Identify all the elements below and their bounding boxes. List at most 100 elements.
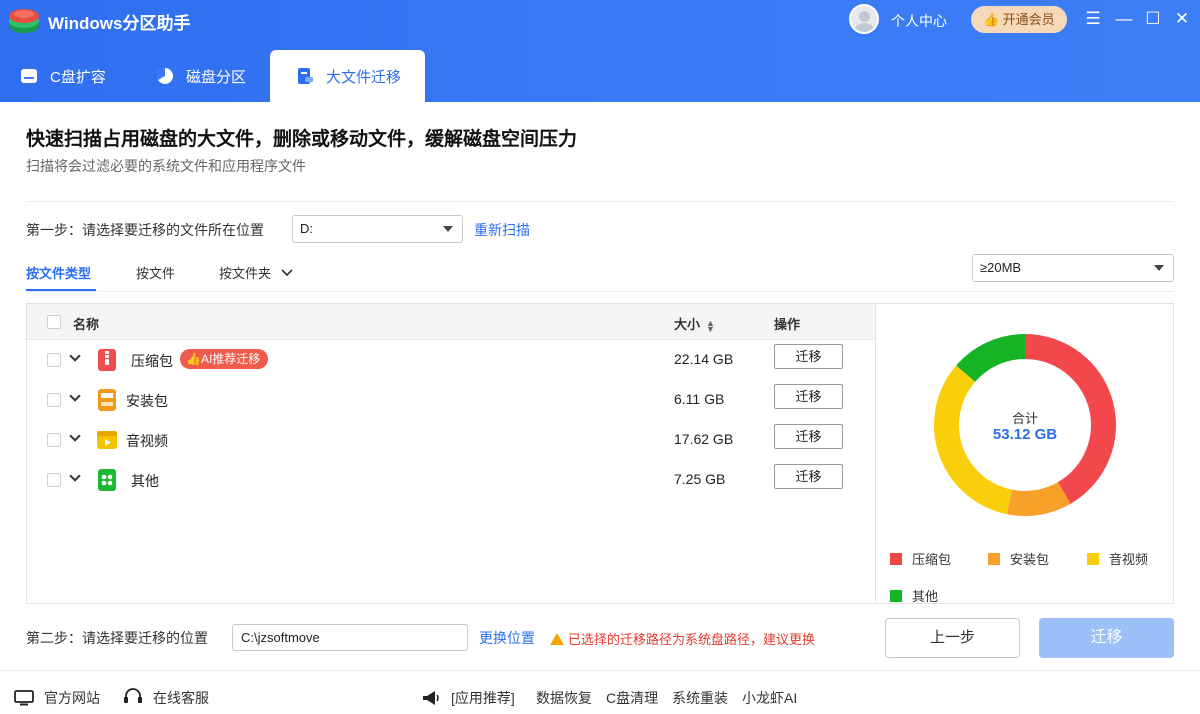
total-value: 53.12 GB (992, 426, 1058, 443)
subtab-by-file[interactable]: 按文件 (136, 263, 175, 282)
app-title: Windows分区助手 (48, 14, 191, 33)
vip-button[interactable]: 👍 开通会员 (971, 6, 1067, 33)
legend-item: 安装包 (988, 549, 1049, 568)
caret-down-icon (443, 226, 453, 232)
size-filter-select[interactable]: ≥20MB (972, 254, 1174, 282)
vip-label: 开通会员 (1002, 12, 1055, 27)
zip-file-icon (98, 349, 116, 371)
legend-label: 其他 (912, 589, 939, 604)
footer-link-ai[interactable]: 小龙虾AI (742, 688, 797, 708)
file-move-icon (298, 68, 313, 84)
step2-label: 第二步：请选择要迁移的位置 (26, 630, 208, 646)
migrate-button[interactable]: 迁移 (1039, 618, 1174, 658)
monitor-icon (14, 690, 34, 706)
footer-divider (0, 670, 1200, 671)
title-bar: Windows分区助手 个人中心 👍 开通会员 ☰ — ☐ ✕ C盘扩容 磁盘分区… (0, 0, 1200, 102)
legend-label: 安装包 (1010, 552, 1050, 567)
table-row: 其他 7.25 GB 迁移 (27, 460, 875, 500)
page-title: 快速扫描占用磁盘的大文件，删除或移动文件，缓解磁盘空间压力 (26, 129, 578, 150)
legend-swatch (890, 590, 902, 602)
official-site-link[interactable]: 官方网站 (14, 688, 100, 708)
system-drive-warning: 已选择的迁移路径为系统盘路径，建议更换 (550, 629, 815, 648)
pie-icon (156, 67, 173, 84)
divider (26, 201, 1174, 202)
maximize-icon[interactable]: ☐ (1143, 8, 1163, 30)
megaphone-icon (423, 691, 439, 705)
subtab-by-folder[interactable]: 按文件夹 (219, 263, 293, 282)
minimize-icon[interactable]: — (1114, 8, 1134, 30)
subtab-by-type[interactable]: 按文件类型 (26, 263, 91, 282)
migrate-row-button[interactable]: 迁移 (774, 344, 843, 369)
legend-item: 其他 (890, 586, 938, 605)
menu-icon[interactable]: ☰ (1083, 8, 1103, 30)
drive-select[interactable]: D: (292, 215, 463, 243)
row-name: 压缩包 (131, 353, 173, 369)
chevron-down-icon[interactable] (69, 350, 81, 362)
user-avatar[interactable] (849, 4, 879, 34)
close-icon[interactable]: ✕ (1172, 8, 1192, 30)
video-file-icon (97, 431, 117, 449)
change-location-link[interactable]: 更换位置 (479, 628, 535, 648)
installer-file-icon (98, 389, 116, 411)
app-logo-icon (9, 9, 39, 33)
legend-swatch (1087, 553, 1099, 565)
sort-icon: ▲ ▼ (706, 317, 715, 334)
file-panel: 名称 大小 ▲ ▼ 操作 压缩包 👍AI推荐迁移 22.14 GB 迁移 安装包 6… (26, 303, 1174, 604)
header-size[interactable]: 大小 ▲ ▼ (674, 314, 715, 333)
migrate-row-button[interactable]: 迁移 (774, 384, 843, 409)
header-size-label: 大小 (674, 317, 701, 332)
divider (26, 291, 1174, 292)
step1-label: 第一步：请选择要迁移的文件所在位置 (26, 222, 264, 238)
row-size: 7.25 GB (674, 471, 726, 487)
back-button[interactable]: 上一步 (885, 618, 1020, 658)
row-size: 17.62 GB (674, 431, 734, 447)
footer-link-data-recovery[interactable]: 数据恢复 (536, 688, 592, 708)
footer-link-system-reinstall[interactable]: 系统重装 (672, 688, 728, 708)
legend-swatch (988, 553, 1000, 565)
row-name: 其他 (131, 473, 159, 489)
ai-recommend-badge: 👍AI推荐迁移 (180, 349, 269, 369)
destination-path-input[interactable]: C:\jzsoftmove (232, 624, 468, 651)
tab-c-drive-expand[interactable]: C盘扩容 (20, 50, 130, 102)
legend-item: 压缩包 (890, 549, 951, 568)
user-center-link[interactable]: 个人中心 (891, 11, 947, 31)
page-subtitle: 扫描将会过滤必要的系统文件和应用程序文件 (26, 158, 306, 174)
size-filter-value: ≥20MB (980, 260, 1022, 275)
row-checkbox[interactable] (47, 393, 61, 407)
table-row: 音视频 17.62 GB 迁移 (27, 420, 875, 460)
recommend-label: [应用推荐] (451, 690, 515, 706)
select-all-checkbox[interactable] (47, 315, 61, 329)
row-size: 6.11 GB (674, 391, 725, 407)
row-checkbox[interactable] (47, 473, 61, 487)
chevron-down-icon[interactable] (69, 430, 81, 442)
tab-label: 大文件迁移 (326, 68, 402, 86)
header-name: 名称 (73, 317, 100, 332)
migrate-row-button[interactable]: 迁移 (774, 464, 843, 489)
footer-link-c-clean[interactable]: C盘清理 (606, 688, 658, 708)
legend-label: 音视频 (1109, 552, 1149, 567)
thumb-up-icon: 👍 (983, 12, 1000, 27)
chart-area: 合计 53.12 GB 压缩包 安装包 音视频 其他 (875, 304, 1173, 605)
tab-large-file-move[interactable]: 大文件迁移 (270, 50, 425, 102)
footer-label: 在线客服 (153, 690, 209, 706)
footer-label: 官方网站 (44, 690, 100, 706)
chevron-down-icon[interactable] (69, 470, 81, 482)
chevron-down-icon (281, 269, 293, 277)
tab-label: C盘扩容 (50, 68, 106, 86)
rescan-link[interactable]: 重新扫描 (474, 220, 530, 240)
row-checkbox[interactable] (47, 353, 61, 367)
online-support-link[interactable]: 在线客服 (123, 688, 209, 708)
thumb-up-icon: 👍 (186, 352, 201, 366)
header-action: 操作 (774, 317, 801, 332)
chevron-down-icon[interactable] (69, 390, 81, 402)
drive-value: D: (300, 221, 313, 236)
migrate-row-button[interactable]: 迁移 (774, 424, 843, 449)
caret-down-icon (1154, 265, 1164, 271)
table-row: 安装包 6.11 GB 迁移 (27, 380, 875, 420)
other-file-icon (98, 469, 116, 491)
row-size: 22.14 GB (674, 351, 734, 367)
tab-disk-partition[interactable]: 磁盘分区 (156, 50, 266, 102)
headset-icon (124, 688, 142, 703)
row-checkbox[interactable] (47, 433, 61, 447)
total-label: 合计 (1011, 411, 1038, 426)
